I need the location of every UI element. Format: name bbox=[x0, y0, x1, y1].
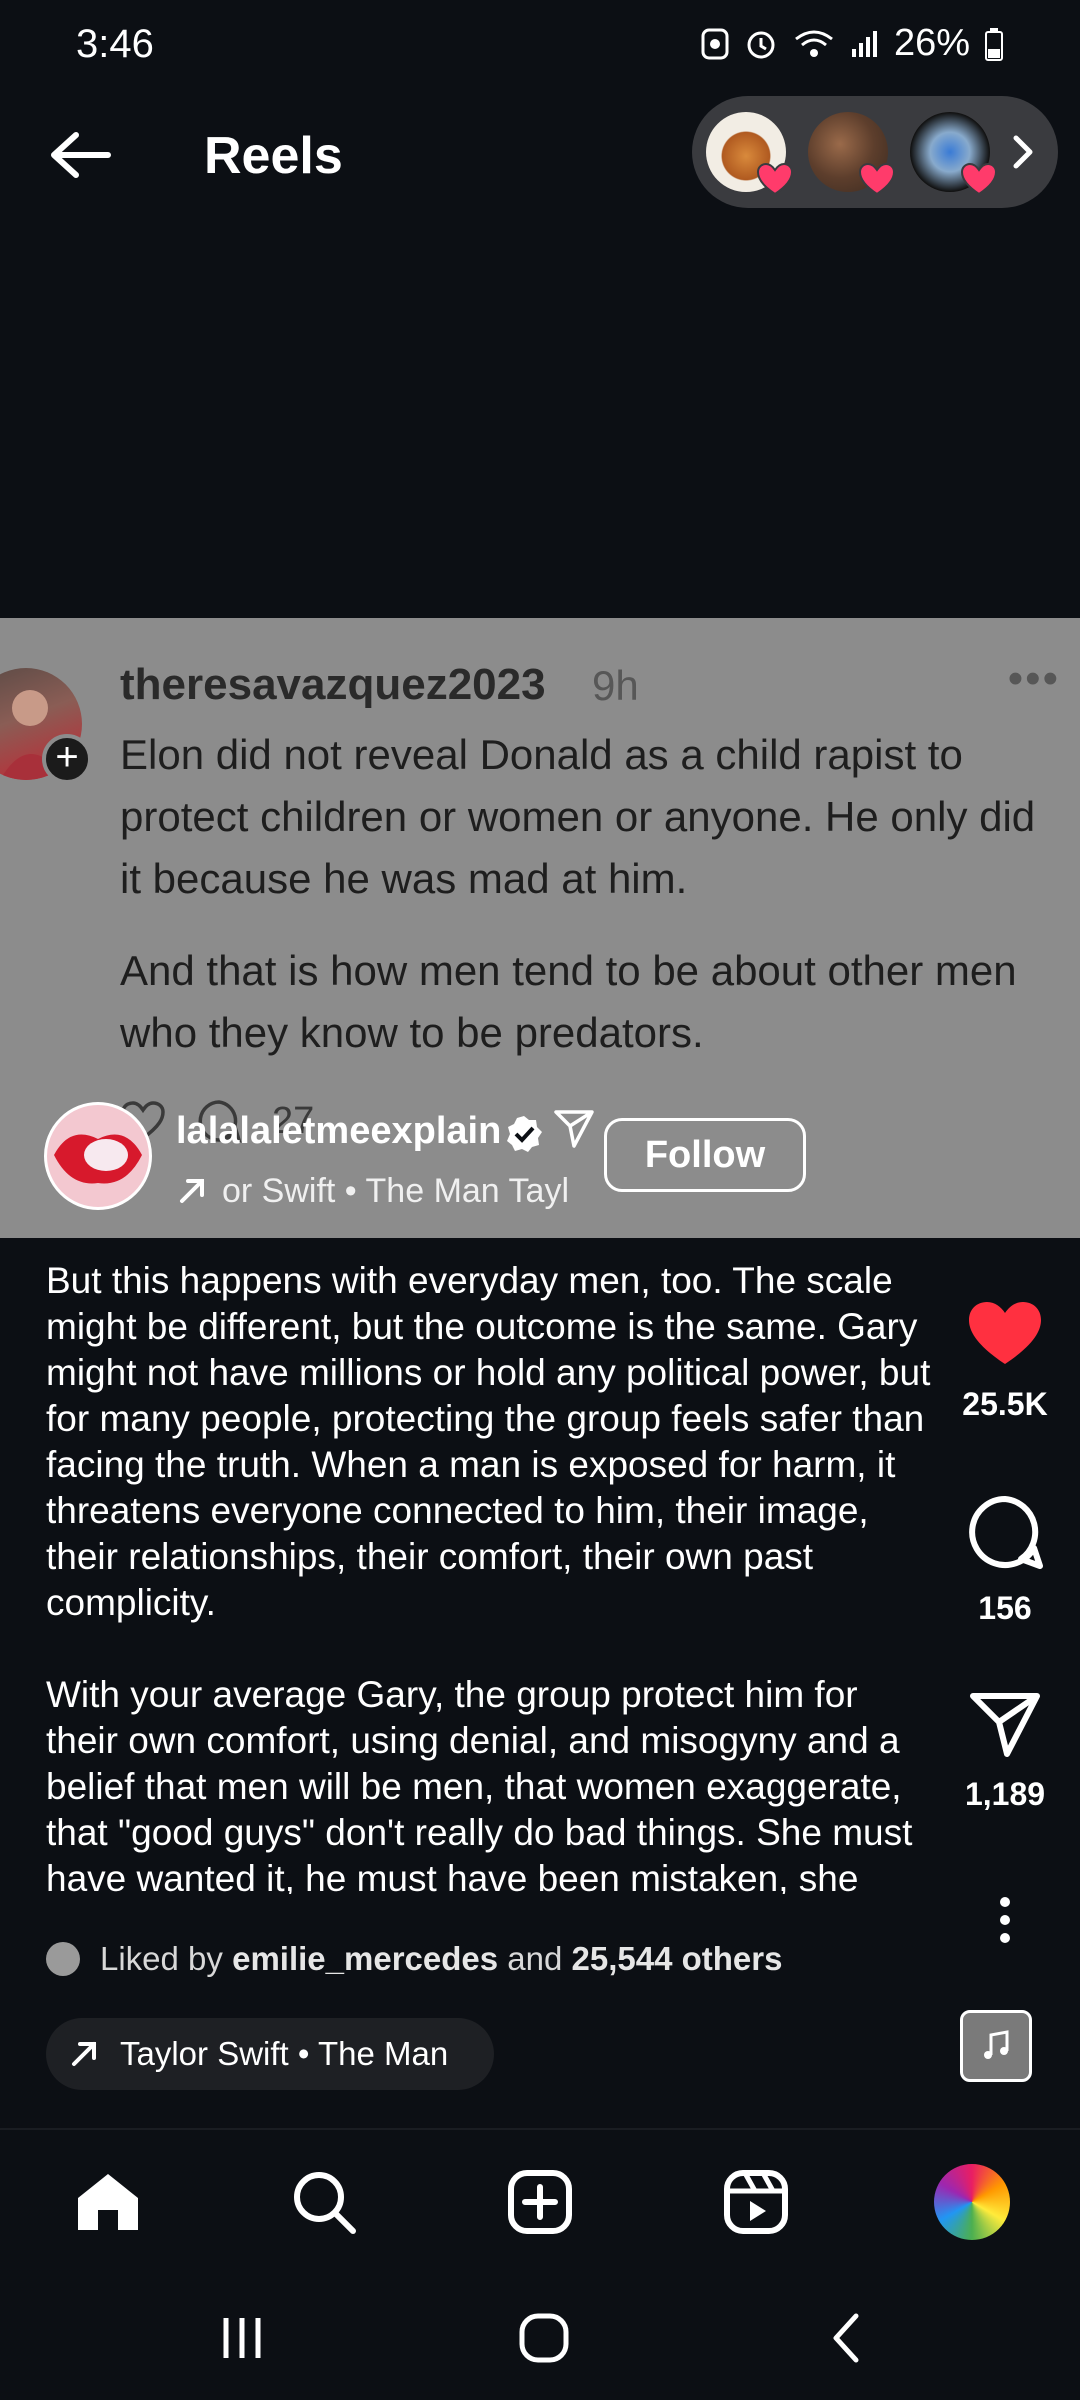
friend-avatar[interactable] bbox=[706, 112, 794, 196]
share-action[interactable]: 1,189 bbox=[930, 1692, 1080, 1813]
friend-avatar[interactable] bbox=[910, 112, 998, 196]
trending-arrow-icon bbox=[72, 2042, 96, 2066]
wifi-icon bbox=[795, 30, 833, 57]
send-icon[interactable] bbox=[969, 1692, 1041, 1758]
post-username: theresavazquez2023 bbox=[120, 660, 546, 709]
alarm-icon bbox=[747, 31, 775, 58]
nav-home[interactable] bbox=[68, 2162, 148, 2242]
audio-thumbnail[interactable] bbox=[960, 2010, 1032, 2082]
post-text: Elon did not reveal Donald as a child ra… bbox=[120, 724, 1060, 1094]
more-dots-icon: ••• bbox=[1007, 654, 1060, 703]
audio-pill[interactable]: Taylor Swift • The Man bbox=[46, 2018, 494, 2090]
like-action[interactable]: 25.5K bbox=[930, 1300, 1080, 1423]
heart-badge-icon bbox=[960, 162, 998, 196]
more-vertical-icon[interactable] bbox=[995, 1896, 1015, 1944]
reels-icon bbox=[724, 2170, 788, 2234]
recent-apps-button[interactable] bbox=[202, 2306, 282, 2370]
liked-by-user[interactable]: emilie_mercedes bbox=[232, 1940, 498, 1978]
add-post-icon bbox=[508, 2170, 572, 2234]
reel-caption[interactable]: But this happens with everyday men, too.… bbox=[46, 1258, 936, 1894]
music-note-icon bbox=[984, 2030, 1009, 2059]
chevron-right-icon[interactable] bbox=[1008, 132, 1036, 172]
back-arrow-icon bbox=[51, 132, 111, 178]
reel-author-name[interactable]: lalalaletmeexplain bbox=[176, 1110, 501, 1153]
recycle-icon bbox=[701, 28, 729, 59]
more-options-button[interactable] bbox=[930, 1896, 1080, 1944]
home-icon bbox=[78, 2174, 138, 2230]
heart-badge-icon bbox=[858, 162, 896, 196]
back-chevron-icon bbox=[833, 2313, 859, 2363]
reel-audio-text: or Swift • The Man Tayl bbox=[222, 1171, 570, 1210]
reel-author-avatar[interactable] bbox=[44, 1102, 152, 1210]
liked-by-avatar bbox=[46, 1942, 80, 1976]
page-title: Reels bbox=[204, 127, 343, 185]
friend-avatar[interactable] bbox=[808, 112, 896, 196]
search-icon bbox=[294, 2172, 356, 2234]
battery-icon bbox=[985, 27, 1003, 61]
status-time: 3:46 bbox=[76, 22, 154, 66]
comment-icon[interactable] bbox=[966, 1494, 1044, 1572]
liked-by-and: and bbox=[507, 1940, 563, 1977]
bottom-navigation bbox=[0, 2128, 1080, 2270]
status-bar: 3:46 26% bbox=[0, 0, 1080, 90]
reels-header: Reels bbox=[0, 90, 1080, 220]
liked-by-prefix: Liked by bbox=[100, 1940, 223, 1977]
liked-by-others[interactable]: 25,544 others bbox=[572, 1940, 783, 1978]
heart-badge-icon bbox=[756, 162, 794, 196]
follow-button[interactable]: Follow bbox=[604, 1118, 806, 1192]
comment-action[interactable]: 156 bbox=[930, 1494, 1080, 1627]
post-paragraph: And that is how men tend to be about oth… bbox=[120, 947, 1017, 1056]
reel-audio-ticker[interactable]: or Swift • The Man Tayl bbox=[176, 1166, 576, 1216]
caption-paragraph: With your average Gary, the group protec… bbox=[46, 1674, 913, 1894]
home-system-button[interactable] bbox=[504, 2306, 584, 2370]
nav-search[interactable] bbox=[284, 2162, 364, 2242]
nav-create[interactable] bbox=[500, 2162, 580, 2242]
post-paragraph: Elon did not reveal Donald as a child ra… bbox=[120, 731, 1036, 902]
audio-label: Taylor Swift • The Man bbox=[120, 2035, 449, 2072]
share-count: 1,189 bbox=[964, 1776, 1046, 1812]
liked-by-row[interactable]: Liked by emilie_mercedes and 25,544 othe… bbox=[46, 1940, 782, 1978]
comment-count: 156 bbox=[978, 1590, 1032, 1626]
like-count: 25.5K bbox=[962, 1386, 1048, 1422]
trending-arrow-icon bbox=[180, 1179, 204, 1203]
post-time: 9h bbox=[592, 662, 639, 709]
battery-percent: 26% bbox=[893, 22, 970, 64]
friends-activity-pill[interactable] bbox=[692, 96, 1058, 208]
send-icon[interactable] bbox=[552, 1106, 596, 1150]
system-navigation-bar bbox=[0, 2270, 1080, 2400]
recent-apps-icon bbox=[223, 2318, 261, 2358]
caption-paragraph: But this happens with everyday men, too.… bbox=[46, 1260, 931, 1623]
status-icons: 26% bbox=[700, 22, 1004, 65]
profile-avatar bbox=[934, 2164, 1010, 2240]
signal-icon bbox=[851, 30, 877, 57]
verified-badge-icon bbox=[507, 1116, 542, 1152]
reel-video-area[interactable] bbox=[0, 220, 1080, 618]
lips-logo-icon bbox=[54, 1134, 142, 1184]
back-system-button[interactable] bbox=[806, 2306, 886, 2370]
nav-profile[interactable] bbox=[932, 2162, 1012, 2242]
nav-reels[interactable] bbox=[716, 2162, 796, 2242]
plus-icon: + bbox=[42, 734, 92, 784]
heart-filled-icon[interactable] bbox=[967, 1300, 1043, 1368]
home-circle-icon bbox=[519, 2313, 569, 2363]
back-button[interactable] bbox=[40, 120, 120, 190]
